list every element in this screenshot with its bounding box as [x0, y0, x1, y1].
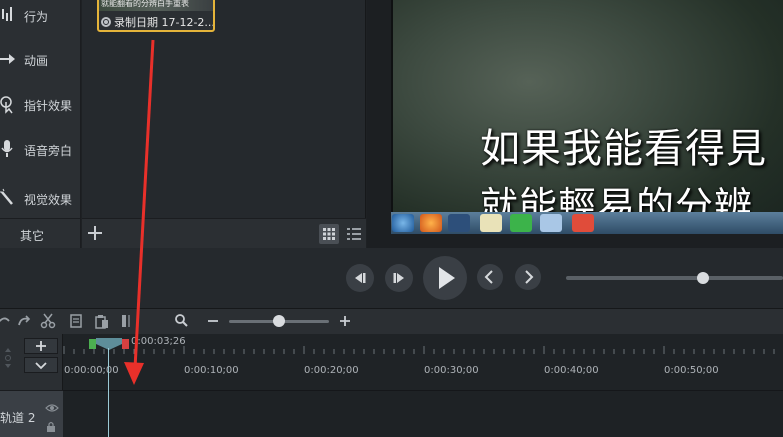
grid-view-button[interactable] [319, 224, 339, 244]
tick-label: 0:00:00;00 [64, 365, 119, 376]
playhead-handle[interactable] [89, 335, 129, 350]
cursor-effects-icon [0, 96, 13, 114]
chevron-right-icon [525, 270, 534, 284]
undo-icon [0, 317, 10, 323]
scissors-icon [40, 313, 56, 329]
playhead-line [108, 348, 109, 437]
folder-icon [480, 214, 502, 232]
video-subtitle-line-2: 就能輕易的分辨 [480, 184, 754, 213]
behaviors-icon [2, 7, 12, 21]
grid-icon [323, 228, 335, 240]
paste-button[interactable] [94, 313, 110, 333]
camtasia-green-icon [510, 214, 532, 232]
zoom-in-button[interactable] [339, 313, 351, 333]
tick-label: 0:00:10;00 [184, 365, 239, 376]
microphone-icon [1, 140, 13, 157]
sidebar-item-animation[interactable]: 动画 [0, 44, 81, 74]
step-forward-icon [393, 273, 404, 283]
add-media-button[interactable] [86, 224, 104, 242]
undo-button[interactable] [0, 313, 10, 333]
track-2-row[interactable] [63, 390, 783, 437]
magic-wand-icon [0, 188, 13, 205]
sidebar-item-label: 动画 [24, 54, 49, 68]
add-track-button[interactable] [24, 338, 58, 354]
tick-label: 0:00:20;00 [304, 365, 359, 376]
record-icon [101, 17, 111, 27]
sidebar-item-label: 行为 [24, 10, 49, 24]
magnifier-icon [175, 314, 188, 327]
app-taskbar-icon [448, 214, 470, 232]
tick-label: 0:00:50;00 [664, 365, 719, 376]
clip-record-date: 录制日期 17-12-2... [101, 14, 215, 30]
sidebar-item-behaviors[interactable]: 行为 [0, 0, 81, 30]
camtasia-editor-window: 行为 动画 指针效果 语音旁白 视觉效果 其它 就能翻看的分辨白手重表 录制日期… [0, 0, 783, 437]
animation-icon [0, 54, 15, 64]
eye-icon [45, 404, 59, 412]
play-icon [439, 267, 455, 289]
copy-button[interactable] [68, 313, 84, 333]
magnet-icon [5, 348, 11, 368]
sidebar-item-label: 语音旁白 [24, 144, 73, 158]
track-options-button[interactable] [24, 357, 58, 373]
step-back-button[interactable] [346, 264, 374, 292]
redo-button[interactable] [16, 313, 32, 333]
sidebar-item-visual-effects[interactable]: 视觉效果 [0, 183, 81, 213]
previous-button[interactable] [477, 264, 503, 290]
timeline-toolbar [0, 308, 783, 334]
firefox-icon [420, 214, 442, 232]
paste-icon [95, 315, 108, 329]
media-clip[interactable]: 就能翻看的分辨白手重表 录制日期 17-12-2... [97, 0, 215, 32]
clip-record-label: 录制日期 17-12-2... [114, 16, 215, 29]
step-forward-button[interactable] [385, 264, 413, 292]
tools-sidebar: 行为 动画 指针效果 语音旁白 视觉效果 [0, 0, 81, 218]
copy-icon [70, 314, 82, 328]
minus-icon [208, 320, 218, 322]
window-taskbar-icon [540, 214, 562, 232]
chevron-left-icon [484, 270, 493, 284]
camtasia-red-icon [572, 214, 594, 232]
tick-label: 0:00:30;00 [424, 365, 479, 376]
split-button[interactable] [120, 313, 132, 333]
timeline-zoom-handle[interactable] [273, 315, 285, 327]
timeline-ticks [63, 346, 775, 354]
list-icon [347, 228, 361, 240]
plus-icon [88, 226, 102, 240]
step-back-icon [355, 273, 366, 283]
zoom-search-button[interactable] [174, 313, 188, 333]
sidebar-more-label: 其它 [20, 229, 45, 243]
cut-button[interactable] [40, 313, 56, 333]
sidebar-item-label: 视觉效果 [24, 193, 73, 207]
play-button[interactable] [423, 256, 467, 300]
windows-start-icon [392, 214, 414, 232]
tick-label: 0:00:40;00 [544, 365, 599, 376]
plus-icon [36, 341, 46, 351]
playhead-marker-icon [89, 338, 129, 350]
zoom-out-button[interactable] [207, 313, 219, 333]
sidebar-item-label: 指针效果 [24, 99, 73, 113]
track-name: 轨道 2 [0, 411, 36, 425]
playback-scrub-bar[interactable] [566, 276, 783, 280]
clip-thumbnail-text: 就能翻看的分辨白手重表 [101, 0, 189, 8]
playhead-time: 0:00:03;26 [131, 336, 186, 347]
video-subtitle-line-1: 如果我能看得見 [480, 126, 767, 172]
redo-icon [18, 315, 31, 326]
sidebar-more-button[interactable]: 其它 [0, 218, 81, 248]
list-view-button[interactable] [344, 224, 364, 244]
sidebar-item-cursor-effects[interactable]: 指针效果 [0, 89, 81, 119]
media-bin [82, 0, 366, 218]
chevron-down-icon [35, 362, 47, 370]
plus-icon [340, 316, 350, 326]
split-icon [122, 315, 130, 327]
lock-icon [47, 421, 55, 432]
playback-scrub-handle[interactable] [697, 272, 709, 284]
next-button[interactable] [515, 264, 541, 290]
sidebar-item-voice-narration[interactable]: 语音旁白 [0, 134, 81, 164]
